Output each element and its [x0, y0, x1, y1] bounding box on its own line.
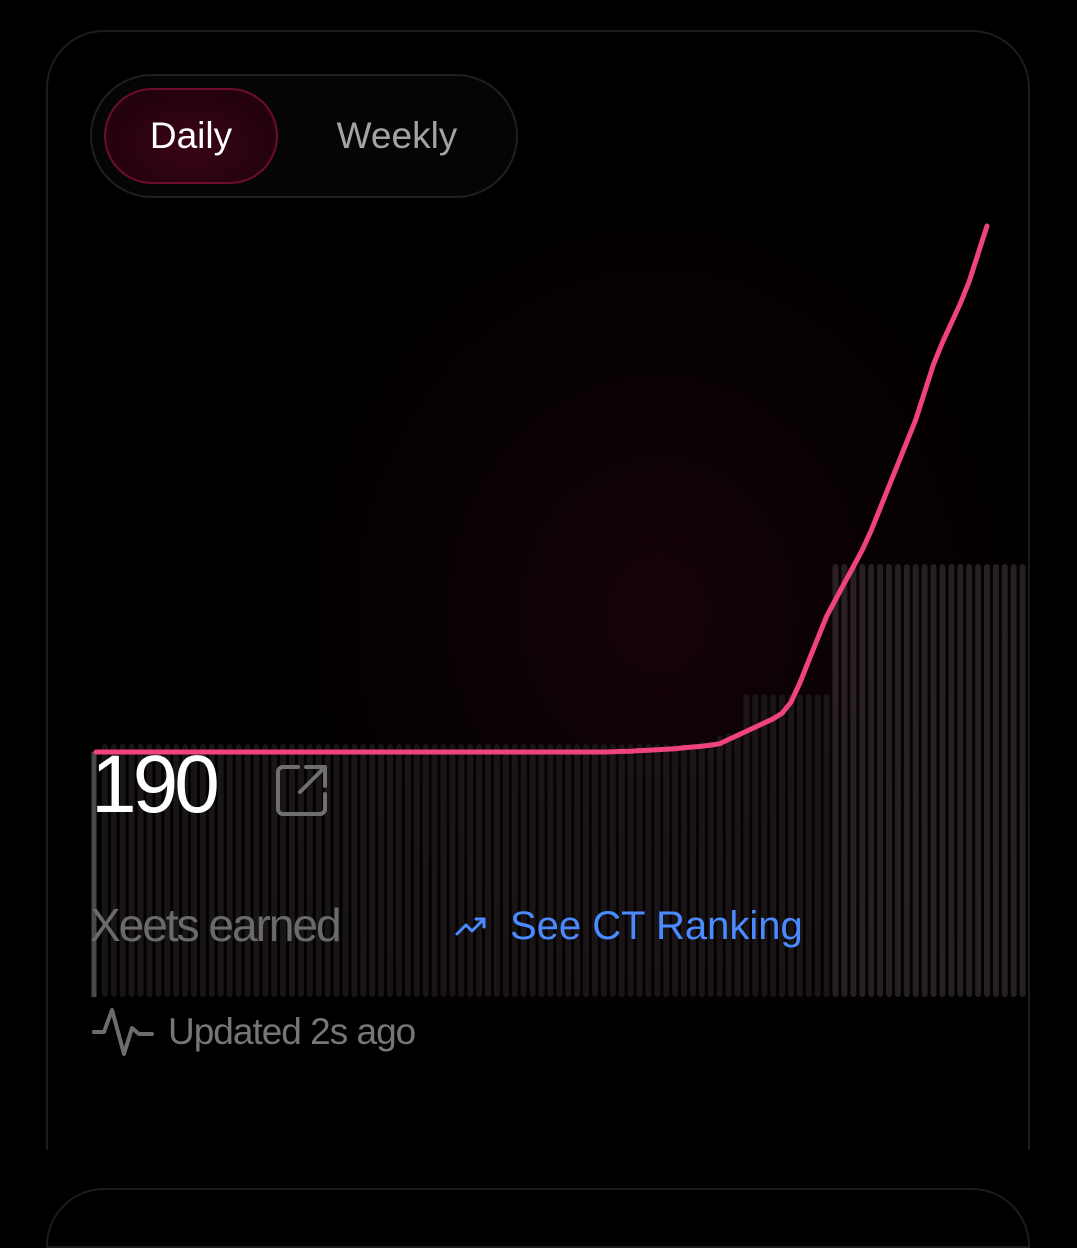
chart-bar — [770, 694, 777, 997]
chart-bar — [592, 744, 598, 997]
chart-bar — [217, 744, 224, 997]
chart-bar — [395, 744, 402, 997]
chart-bar — [600, 744, 607, 997]
chart-bar — [342, 744, 349, 997]
xeets-chart — [91, 223, 1026, 997]
chart-bar — [476, 744, 483, 997]
chart-bar — [235, 744, 242, 997]
chart-bar — [859, 564, 866, 997]
chart-bar — [413, 744, 420, 997]
chart-bar — [333, 744, 340, 997]
chart-bar — [645, 744, 652, 997]
see-ct-ranking-link[interactable]: See CT Ranking — [454, 906, 803, 946]
chart-bar — [378, 744, 385, 997]
chart-bar — [698, 741, 705, 997]
chart-bar — [948, 564, 955, 997]
chart-bar — [387, 744, 393, 997]
chart-bar — [992, 564, 999, 997]
chart-bar — [734, 732, 741, 997]
xeets-label: Xeets earned — [90, 899, 342, 951]
chart-bar — [467, 744, 474, 997]
chart-bar — [850, 564, 857, 997]
chart-bar — [565, 744, 572, 997]
external-link-icon[interactable] — [274, 762, 330, 818]
chart-bar — [690, 744, 696, 997]
chart-bar — [796, 694, 803, 997]
chart-bar — [886, 564, 892, 997]
chart-bar — [672, 744, 679, 997]
chart-bar — [485, 744, 491, 997]
chart-bar — [351, 744, 358, 997]
chart-bar — [841, 564, 848, 997]
chart-bar — [511, 744, 518, 997]
chart-bar — [244, 744, 251, 997]
chart-bar — [975, 564, 982, 997]
chart-bar — [404, 744, 411, 997]
chart-bar — [1001, 564, 1008, 997]
xeets-card: Daily Weekly 190 Xeets earned See CT Ran… — [46, 30, 1030, 1150]
chart-bar — [609, 744, 616, 997]
chart-bar — [707, 741, 714, 997]
chart-bar — [627, 744, 634, 997]
chart-bar — [226, 744, 233, 997]
chart-bar — [422, 744, 429, 997]
chart-bar — [752, 694, 759, 997]
activity-pulse-icon — [92, 1008, 154, 1056]
chart-bar — [939, 564, 946, 997]
chart-bar — [832, 564, 839, 997]
chart-bar — [921, 564, 928, 997]
last-updated: Updated 2s ago — [92, 1000, 416, 1062]
chart-bar — [502, 744, 509, 997]
chart-bar — [788, 694, 794, 997]
chart-bar — [458, 744, 465, 997]
chart-bar — [681, 744, 688, 997]
chart-bar — [618, 744, 625, 997]
chart-bar — [716, 735, 723, 997]
chart-bar — [440, 744, 447, 997]
chart-bar — [1010, 564, 1017, 997]
chart-bar — [547, 744, 554, 997]
chart-bar — [493, 744, 500, 997]
chart-bar — [903, 564, 910, 997]
chart-bar — [431, 744, 438, 997]
chart-bar — [583, 744, 589, 997]
chart-bar — [912, 564, 919, 997]
chart-bar — [894, 564, 901, 997]
chart-bar — [574, 744, 581, 997]
chart-bar — [654, 744, 661, 997]
chart-bar — [369, 744, 376, 997]
chart-bar — [556, 744, 563, 997]
chart-bar — [663, 744, 670, 997]
chart-bar — [360, 744, 367, 997]
chart-bar — [538, 744, 545, 997]
ranking-link-label: See CT Ranking — [510, 904, 803, 948]
chart-bar — [957, 564, 964, 997]
chart-bar — [779, 694, 786, 997]
chart-bar — [1019, 564, 1026, 997]
xeets-value: 190 — [91, 739, 220, 830]
chart-bar — [529, 744, 536, 997]
chart-bar — [805, 694, 812, 997]
chart-bar — [984, 564, 990, 997]
chart-bar — [868, 564, 875, 997]
chart-bar — [930, 564, 937, 997]
chart-bar — [743, 694, 750, 997]
trending-up-icon — [455, 917, 486, 936]
next-card — [46, 1188, 1030, 1248]
chart-bar — [262, 744, 269, 997]
chart-bar — [877, 564, 884, 997]
chart-bar — [725, 732, 732, 997]
chart-bar — [520, 744, 527, 997]
chart-bar — [449, 744, 456, 997]
chart-bar — [636, 744, 643, 997]
chart-bar — [253, 744, 260, 997]
chart-bar — [823, 694, 830, 997]
last-updated-text: Updated 2s ago — [168, 1010, 416, 1052]
chart-bar — [814, 694, 821, 997]
chart-bar — [761, 694, 768, 997]
chart-bar — [966, 564, 973, 997]
